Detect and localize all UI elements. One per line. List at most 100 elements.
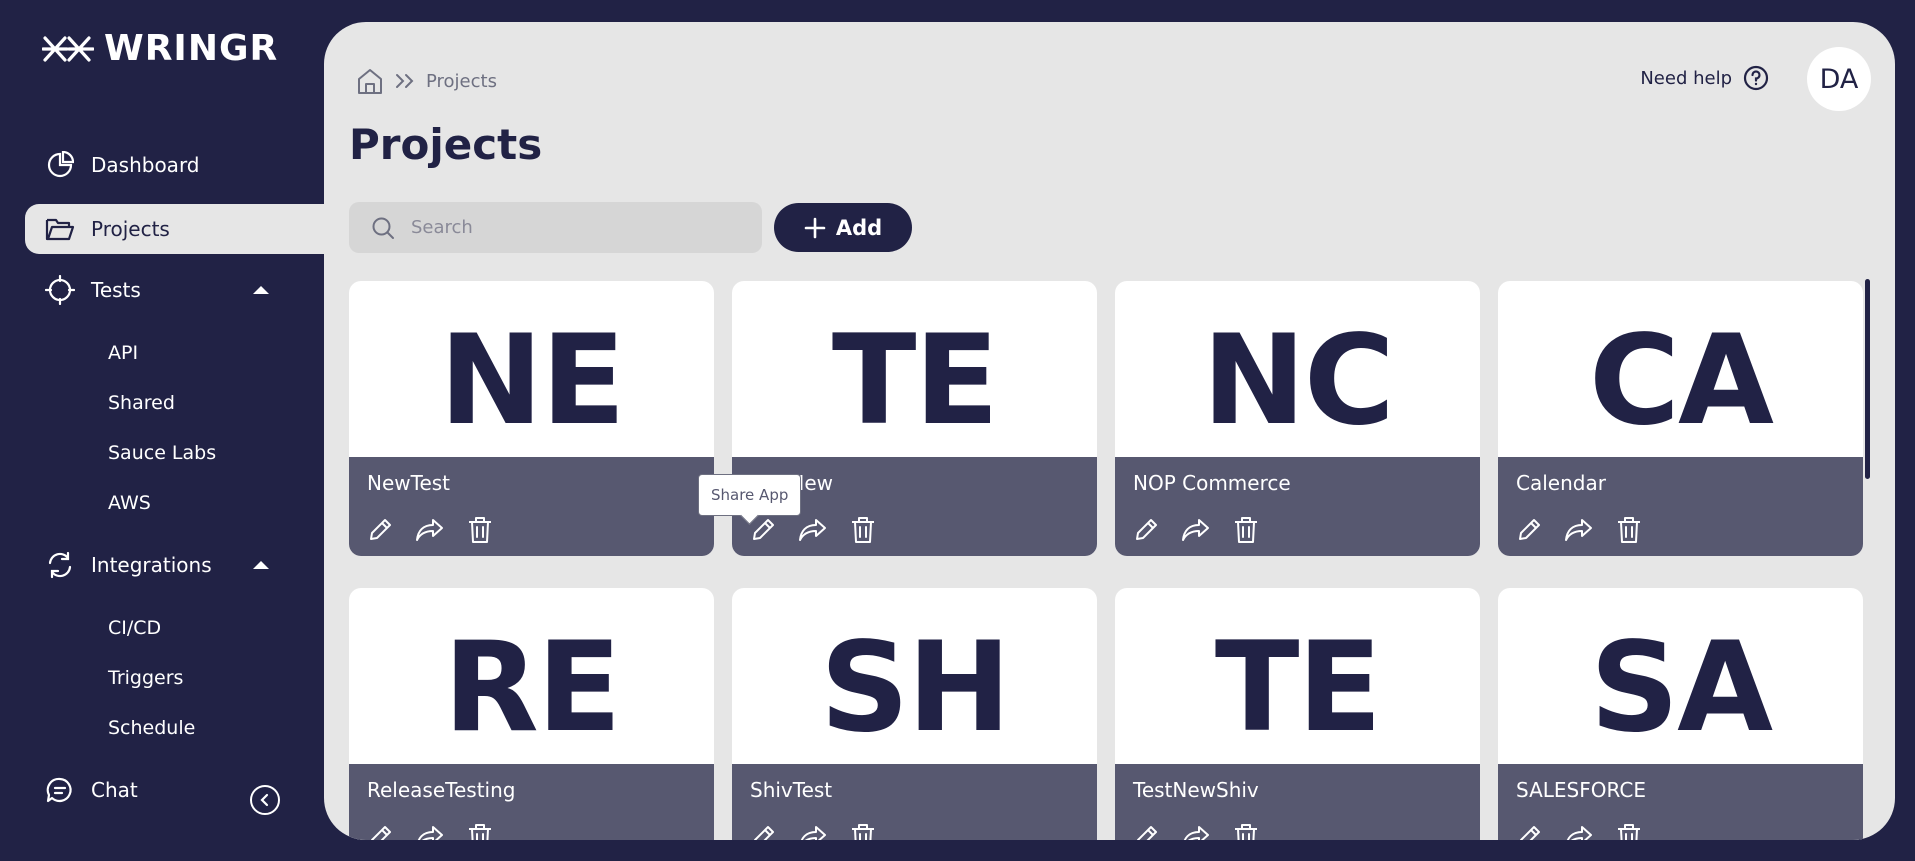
sidebar-item-label: Projects xyxy=(91,217,170,241)
project-abbreviation: SA xyxy=(1589,616,1773,760)
project-actions xyxy=(1512,820,1646,840)
plus-icon xyxy=(804,217,826,238)
sidebar-subitem-triggers[interactable]: Triggers xyxy=(108,667,183,689)
home-icon[interactable] xyxy=(356,67,384,95)
sidebar-item-integrations[interactable]: Integrations xyxy=(25,540,324,590)
share-project-button[interactable] xyxy=(413,513,447,547)
edit-project-button[interactable] xyxy=(1129,820,1163,840)
share-project-button[interactable] xyxy=(796,513,830,547)
share-arrow-icon xyxy=(799,519,826,541)
project-card[interactable]: RE ReleaseTesting xyxy=(349,588,714,840)
sidebar-item-tests[interactable]: Tests xyxy=(25,265,324,315)
share-arrow-icon xyxy=(1565,519,1592,541)
pencil-icon xyxy=(753,826,774,840)
refresh-icon xyxy=(45,550,75,580)
share-project-button[interactable] xyxy=(796,820,830,840)
chevron-up-icon[interactable] xyxy=(253,286,269,294)
share-arrow-icon xyxy=(1183,826,1209,840)
pencil-icon xyxy=(370,519,391,540)
main-panel: Projects Projects Need help DA Add NE Ne… xyxy=(324,22,1895,840)
search-input[interactable] xyxy=(411,217,731,238)
delete-project-button[interactable] xyxy=(846,513,880,547)
sidebar-item-chat[interactable]: Chat xyxy=(25,765,324,815)
pencil-icon xyxy=(1519,519,1540,540)
trash-icon xyxy=(469,517,491,543)
breadcrumb: Projects xyxy=(356,67,497,95)
delete-project-button[interactable] xyxy=(463,820,497,840)
share-project-button[interactable] xyxy=(1562,820,1596,840)
edit-project-button[interactable] xyxy=(1512,820,1546,840)
project-abbreviation: SH xyxy=(819,616,1011,760)
sidebar-subitem-aws[interactable]: AWS xyxy=(108,492,151,514)
share-project-button[interactable] xyxy=(1562,513,1596,547)
scrollbar-thumb[interactable] xyxy=(1865,279,1870,479)
breadcrumb-current: Projects xyxy=(426,70,497,92)
share-project-button[interactable] xyxy=(1179,820,1213,840)
delete-project-button[interactable] xyxy=(1229,513,1263,547)
delete-project-button[interactable] xyxy=(1612,513,1646,547)
sidebar-item-dashboard[interactable]: Dashboard xyxy=(25,140,324,190)
delete-project-button[interactable] xyxy=(1612,820,1646,840)
project-abbreviation: RE xyxy=(443,616,621,760)
sidebar-subitem-api[interactable]: API xyxy=(108,342,138,364)
question-circle-icon xyxy=(1743,65,1769,91)
edit-project-button[interactable] xyxy=(746,820,780,840)
project-card-footer: SALESFORCE xyxy=(1498,764,1863,840)
project-abbreviation: CA xyxy=(1589,309,1774,453)
sidebar-subitem-ci-cd[interactable]: CI/CD xyxy=(108,617,161,639)
sidebar-item-label: Dashboard xyxy=(91,153,200,177)
sidebar-item-projects[interactable]: Projects xyxy=(25,204,324,254)
project-name: NOP Commerce xyxy=(1133,471,1291,495)
pencil-icon xyxy=(370,826,391,840)
edit-project-button[interactable] xyxy=(1512,513,1546,547)
share-project-button[interactable] xyxy=(413,820,447,840)
pencil-icon xyxy=(753,519,774,540)
share-project-button[interactable] xyxy=(1179,513,1213,547)
project-actions xyxy=(363,820,497,840)
pencil-icon xyxy=(1136,519,1157,540)
edit-project-button[interactable] xyxy=(363,820,397,840)
project-card-footer: ReleaseTesting xyxy=(349,764,714,840)
need-help-link[interactable]: Need help xyxy=(1640,64,1770,92)
trash-icon xyxy=(852,824,874,840)
share-arrow-icon xyxy=(1182,519,1209,541)
project-card[interactable]: TE TestNewShiv xyxy=(1115,588,1480,840)
add-project-button[interactable]: Add xyxy=(774,203,912,252)
sidebar-subitem-sauce-labs[interactable]: Sauce Labs xyxy=(108,442,216,464)
trash-icon xyxy=(1235,517,1257,543)
chevron-up-icon[interactable] xyxy=(253,561,269,569)
edit-project-button[interactable] xyxy=(1129,513,1163,547)
project-card-footer: Calendar xyxy=(1498,457,1863,556)
delete-project-button[interactable] xyxy=(463,513,497,547)
project-actions xyxy=(1129,513,1263,547)
project-abbreviation: NE xyxy=(439,309,625,453)
project-actions xyxy=(1129,820,1263,840)
collapse-sidebar-button[interactable] xyxy=(250,785,280,815)
project-card[interactable]: NE NewTest xyxy=(349,281,714,556)
project-card[interactable]: SH ShivTest xyxy=(732,588,1097,840)
share-arrow-icon xyxy=(416,519,443,541)
sidebar-subitem-shared[interactable]: Shared xyxy=(108,392,175,414)
delete-project-button[interactable] xyxy=(846,820,880,840)
project-abbreviation: NC xyxy=(1202,309,1395,453)
project-card-footer: NewTest xyxy=(349,457,714,556)
search-icon xyxy=(372,217,394,239)
project-abbreviation: TE xyxy=(1214,616,1382,760)
tooltip: Share App xyxy=(698,474,802,516)
project-card[interactable]: NC NOP Commerce xyxy=(1115,281,1480,556)
trash-icon xyxy=(1235,824,1257,840)
sidebar: WRINGR Dashboard Projects Tests API Shar… xyxy=(0,0,324,861)
pencil-icon xyxy=(1136,826,1157,840)
pencil-icon xyxy=(1519,826,1540,840)
edit-project-button[interactable] xyxy=(363,513,397,547)
project-name: ReleaseTesting xyxy=(367,778,516,802)
search-box[interactable] xyxy=(349,202,762,253)
share-arrow-icon xyxy=(800,826,826,840)
chevron-left-icon xyxy=(260,793,269,807)
sidebar-subitem-schedule[interactable]: Schedule xyxy=(108,717,195,739)
project-card[interactable]: SA SALESFORCE xyxy=(1498,588,1863,840)
avatar[interactable]: DA xyxy=(1807,47,1871,111)
logo[interactable]: WRINGR xyxy=(42,28,278,69)
delete-project-button[interactable] xyxy=(1229,820,1263,840)
project-card[interactable]: CA Calendar xyxy=(1498,281,1863,556)
